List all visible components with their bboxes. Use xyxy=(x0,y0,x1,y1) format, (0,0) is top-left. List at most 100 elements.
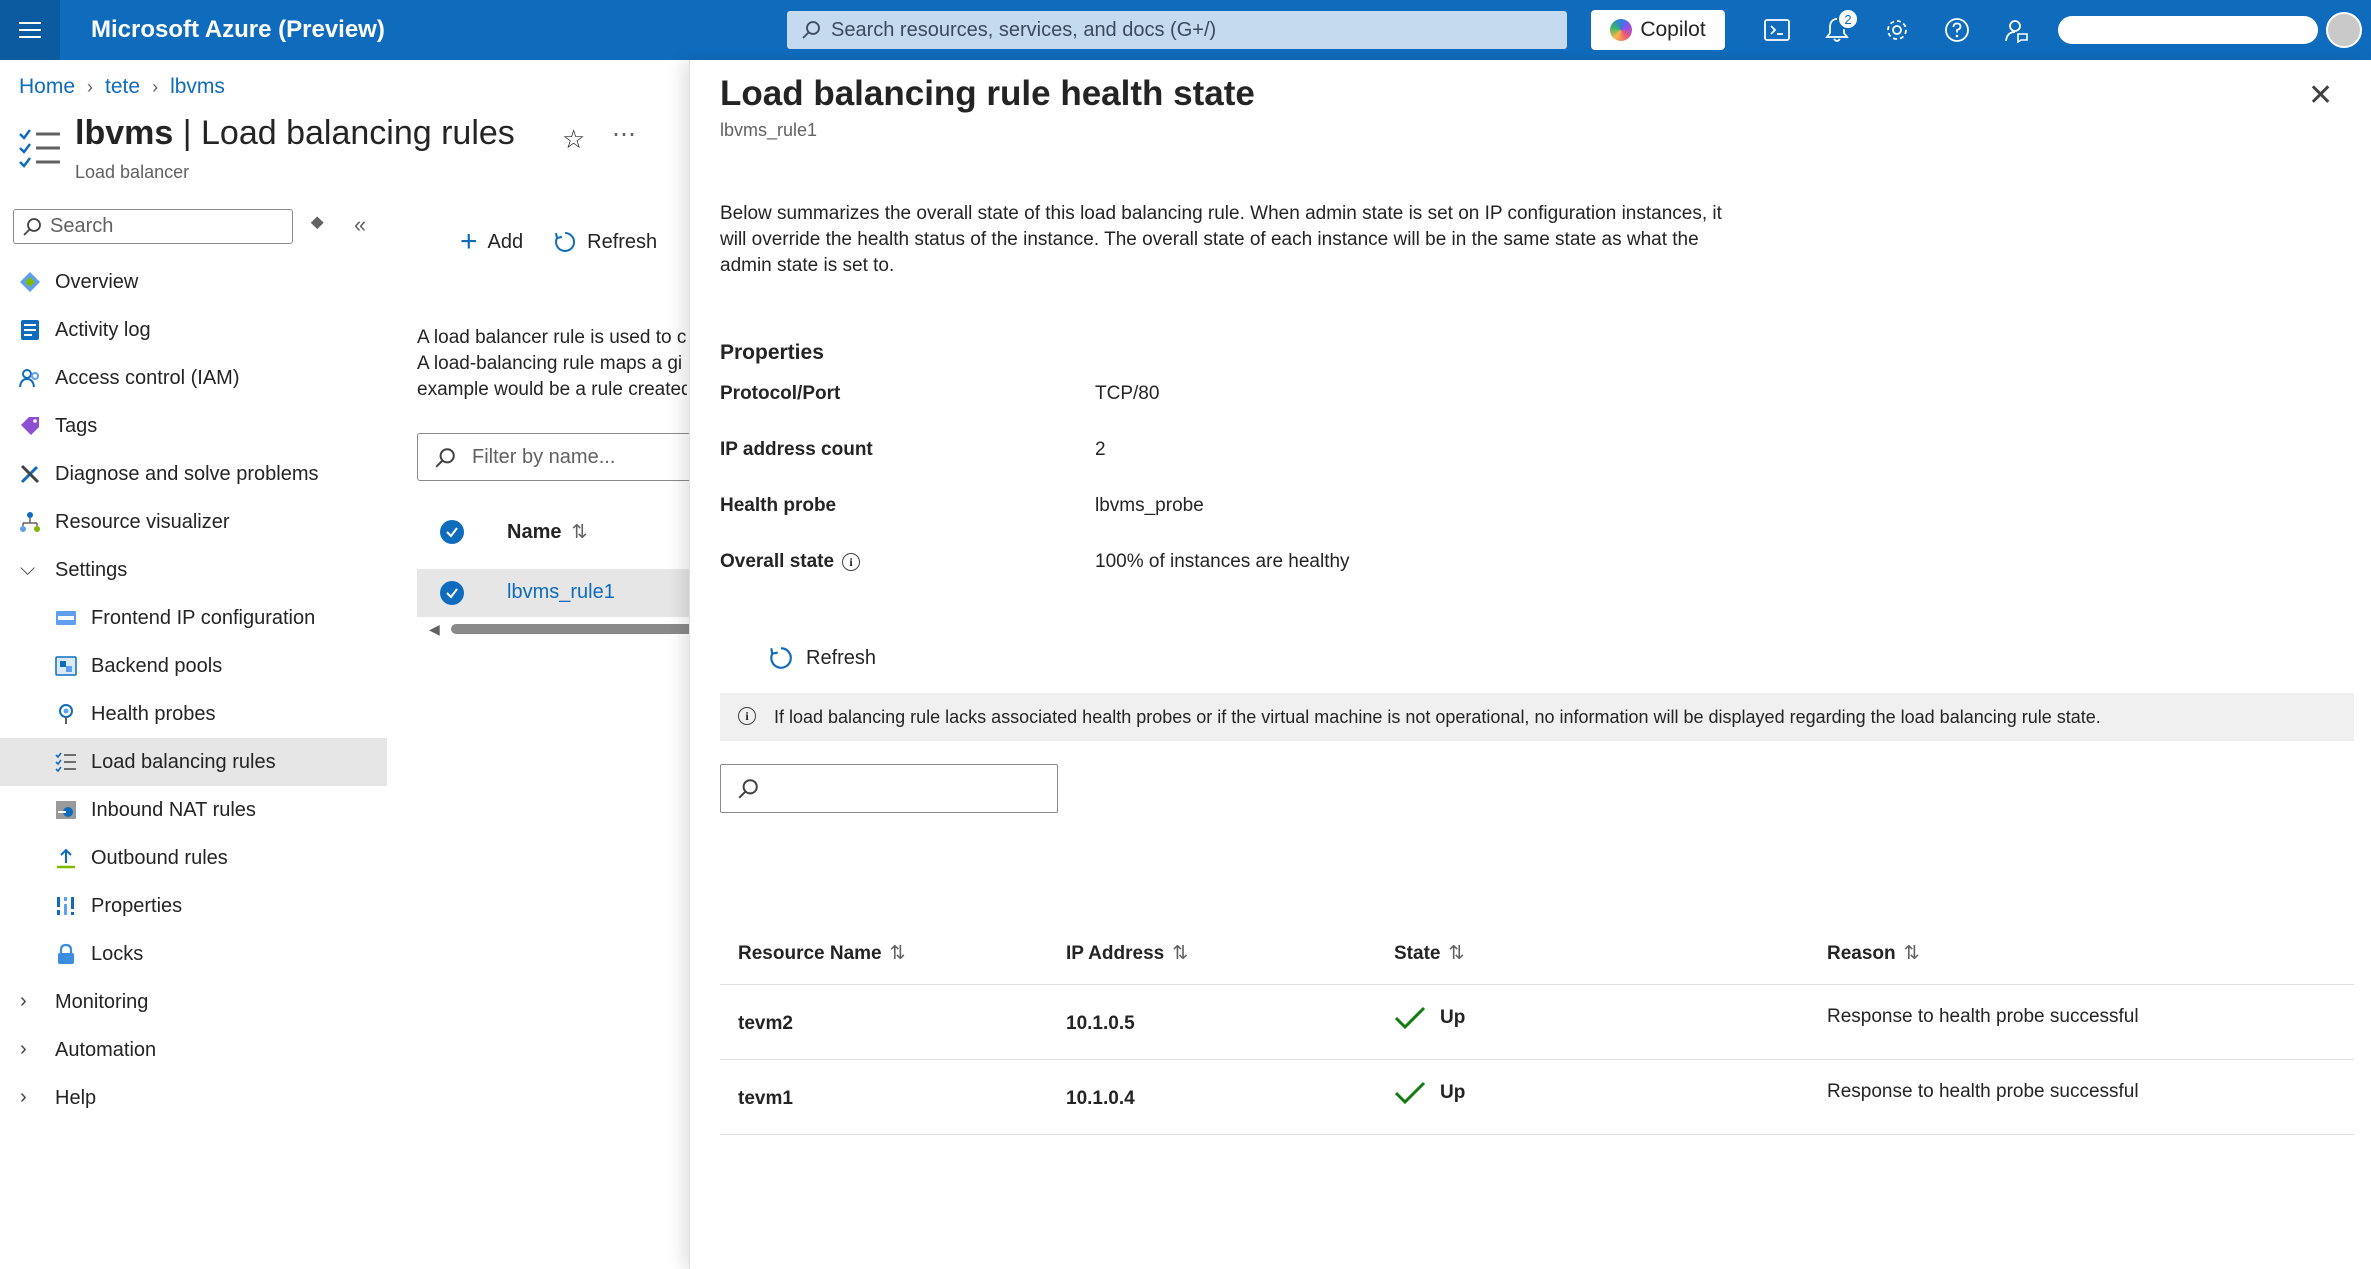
global-search-input[interactable]: Search resources, services, and docs (G+… xyxy=(787,11,1567,49)
horizontal-scrollbar[interactable]: ◀ xyxy=(417,620,701,638)
sort-icon[interactable]: ⇅ xyxy=(1904,942,1920,965)
menu-item-resource-visualizer[interactable]: Resource visualizer xyxy=(0,498,387,546)
instance-search-input[interactable] xyxy=(720,764,1058,813)
description-line: example would be a rule created xyxy=(417,379,687,400)
panel-title: Load balancing rule health state xyxy=(720,74,1255,113)
load-balancing-rules-icon xyxy=(55,752,76,773)
more-options-icon[interactable]: ⋯ xyxy=(612,120,636,149)
property-key: Health probe xyxy=(720,495,837,516)
refresh-icon xyxy=(770,647,792,669)
avatar[interactable] xyxy=(2326,12,2362,48)
diagnose-wrench-icon xyxy=(20,464,40,484)
collapse-menu-icon[interactable]: « xyxy=(354,212,366,238)
feedback-icon[interactable] xyxy=(2001,14,2033,46)
menu-item-tags[interactable]: Tags xyxy=(0,402,387,450)
menu-item-label: Load balancing rules xyxy=(91,750,276,773)
refresh-button[interactable]: Refresh xyxy=(553,230,657,254)
breadcrumb-home[interactable]: Home xyxy=(19,75,75,99)
rule-name-link[interactable]: lbvms_rule1 xyxy=(507,581,615,604)
page-title-resource: lbvms xyxy=(75,114,174,152)
health-probe-icon xyxy=(59,704,73,724)
menu-item-outbound-rules[interactable]: Outbound rules xyxy=(0,834,387,882)
menu-item-activity-log[interactable]: Activity log xyxy=(0,306,387,354)
property-key: Overall state xyxy=(720,551,835,572)
menu-item-properties[interactable]: Properties xyxy=(0,882,387,930)
menu-item-backend-pools[interactable]: Backend pools xyxy=(0,642,387,690)
column-header-label: Resource Name xyxy=(738,942,882,964)
chevron-right-icon: › xyxy=(20,990,27,1012)
backend-pools-icon xyxy=(55,656,77,676)
search-icon xyxy=(23,218,41,236)
menu-item-overview[interactable]: Overview xyxy=(0,258,387,306)
row-checkbox[interactable] xyxy=(440,581,464,605)
cell-reason: Response to health probe successful xyxy=(1827,1006,2139,1027)
menu-group-help[interactable]: › Help xyxy=(0,1074,387,1122)
menu-item-access-control[interactable]: Access control (IAM) xyxy=(0,354,387,402)
scrollbar-thumb[interactable] xyxy=(451,624,701,634)
access-control-icon xyxy=(19,369,39,388)
notifications-icon[interactable]: 2 xyxy=(1821,8,1859,46)
frontend-ip-icon xyxy=(56,611,76,625)
account-name[interactable] xyxy=(2058,16,2318,44)
column-header-ip-address[interactable]: IP Address ⇅ xyxy=(1066,942,1188,965)
property-key: IP address count xyxy=(720,439,873,460)
cloud-shell-icon[interactable] xyxy=(1761,14,1793,46)
panel-refresh-button[interactable]: Refresh xyxy=(768,645,876,671)
checkmark-icon xyxy=(1394,1006,1426,1030)
menu-item-label: Monitoring xyxy=(55,990,149,1013)
close-icon[interactable]: ✕ xyxy=(2308,78,2333,113)
info-icon[interactable]: i xyxy=(842,553,861,571)
table-row: tevm1 10.1.0.4 Up Response to health pro… xyxy=(720,1060,2354,1135)
portal-menu-icon[interactable] xyxy=(0,0,60,60)
portal-brand[interactable]: Microsoft Azure (Preview) xyxy=(91,16,385,44)
menu-group-automation[interactable]: › Automation xyxy=(0,1026,387,1074)
breadcrumb: Home › tete › lbvms xyxy=(19,75,225,99)
refresh-icon xyxy=(555,231,576,252)
column-header-reason[interactable]: Reason ⇅ xyxy=(1827,942,1920,965)
name-column-header[interactable]: Name xyxy=(507,521,561,544)
settings-gear-icon[interactable] xyxy=(1881,14,1913,46)
menu-item-inbound-nat-rules[interactable]: Inbound NAT rules xyxy=(0,786,387,834)
lock-icon xyxy=(58,943,74,964)
menu-item-diagnose[interactable]: Diagnose and solve problems xyxy=(0,450,387,498)
page-title: lbvms | Load balancing rules xyxy=(75,114,515,153)
sort-icon[interactable]: ⇅ xyxy=(890,942,906,965)
filter-by-name-input[interactable]: Filter by name... xyxy=(417,433,697,481)
add-button[interactable]: + Add xyxy=(460,227,523,257)
breadcrumb-resource-group[interactable]: tete xyxy=(105,75,140,99)
breadcrumb-resource[interactable]: lbvms xyxy=(170,75,225,99)
menu-item-label: Resource visualizer xyxy=(55,510,230,533)
menu-item-load-balancing-rules[interactable]: Load balancing rules xyxy=(0,738,387,786)
help-icon[interactable] xyxy=(1941,14,1973,46)
menu-item-label: Health probes xyxy=(91,702,216,725)
activity-log-icon xyxy=(21,320,39,340)
sort-icon[interactable]: ⇅ xyxy=(571,521,587,544)
column-header-label: State xyxy=(1394,942,1441,964)
menu-search-input[interactable]: Search xyxy=(13,209,293,244)
menu-item-health-probes[interactable]: Health probes xyxy=(0,690,387,738)
menu-item-locks[interactable]: Locks xyxy=(0,930,387,978)
outbound-rules-icon xyxy=(57,848,75,869)
column-header-resource-name[interactable]: Resource Name ⇅ xyxy=(738,942,906,965)
menu-item-frontend-ip[interactable]: Frontend IP configuration xyxy=(0,594,387,642)
cell-state: Up xyxy=(1394,1005,1465,1031)
resource-visualizer-icon xyxy=(20,512,40,532)
chevron-down-icon: ⌵ xyxy=(20,558,36,580)
select-all-checkbox[interactable] xyxy=(440,520,464,544)
column-header-state[interactable]: State ⇅ xyxy=(1394,942,1464,965)
favorite-star-icon[interactable]: ☆ xyxy=(562,124,585,155)
load-balancing-rules-icon xyxy=(19,129,60,168)
menu-group-settings[interactable]: ⌵ Settings xyxy=(0,546,387,594)
menu-item-label: Access control (IAM) xyxy=(55,366,240,389)
menu-item-label: Activity log xyxy=(55,318,151,341)
panel-description: Below summarizes the overall state of th… xyxy=(720,203,1722,276)
sort-icon[interactable]: ⇅ xyxy=(1448,942,1464,965)
sort-icon[interactable]: ⇅ xyxy=(1172,942,1188,965)
copilot-button[interactable]: Copilot xyxy=(1591,10,1725,50)
table-row[interactable]: lbvms_rule1 xyxy=(417,569,697,617)
expand-collapse-all-icon[interactable]: ⯁ xyxy=(310,214,324,235)
scroll-left-icon[interactable]: ◀ xyxy=(429,621,440,638)
global-search-placeholder: Search resources, services, and docs (G+… xyxy=(831,18,1217,41)
property-value: lbvms_probe xyxy=(1095,495,1204,516)
menu-group-monitoring[interactable]: › Monitoring xyxy=(0,978,387,1026)
